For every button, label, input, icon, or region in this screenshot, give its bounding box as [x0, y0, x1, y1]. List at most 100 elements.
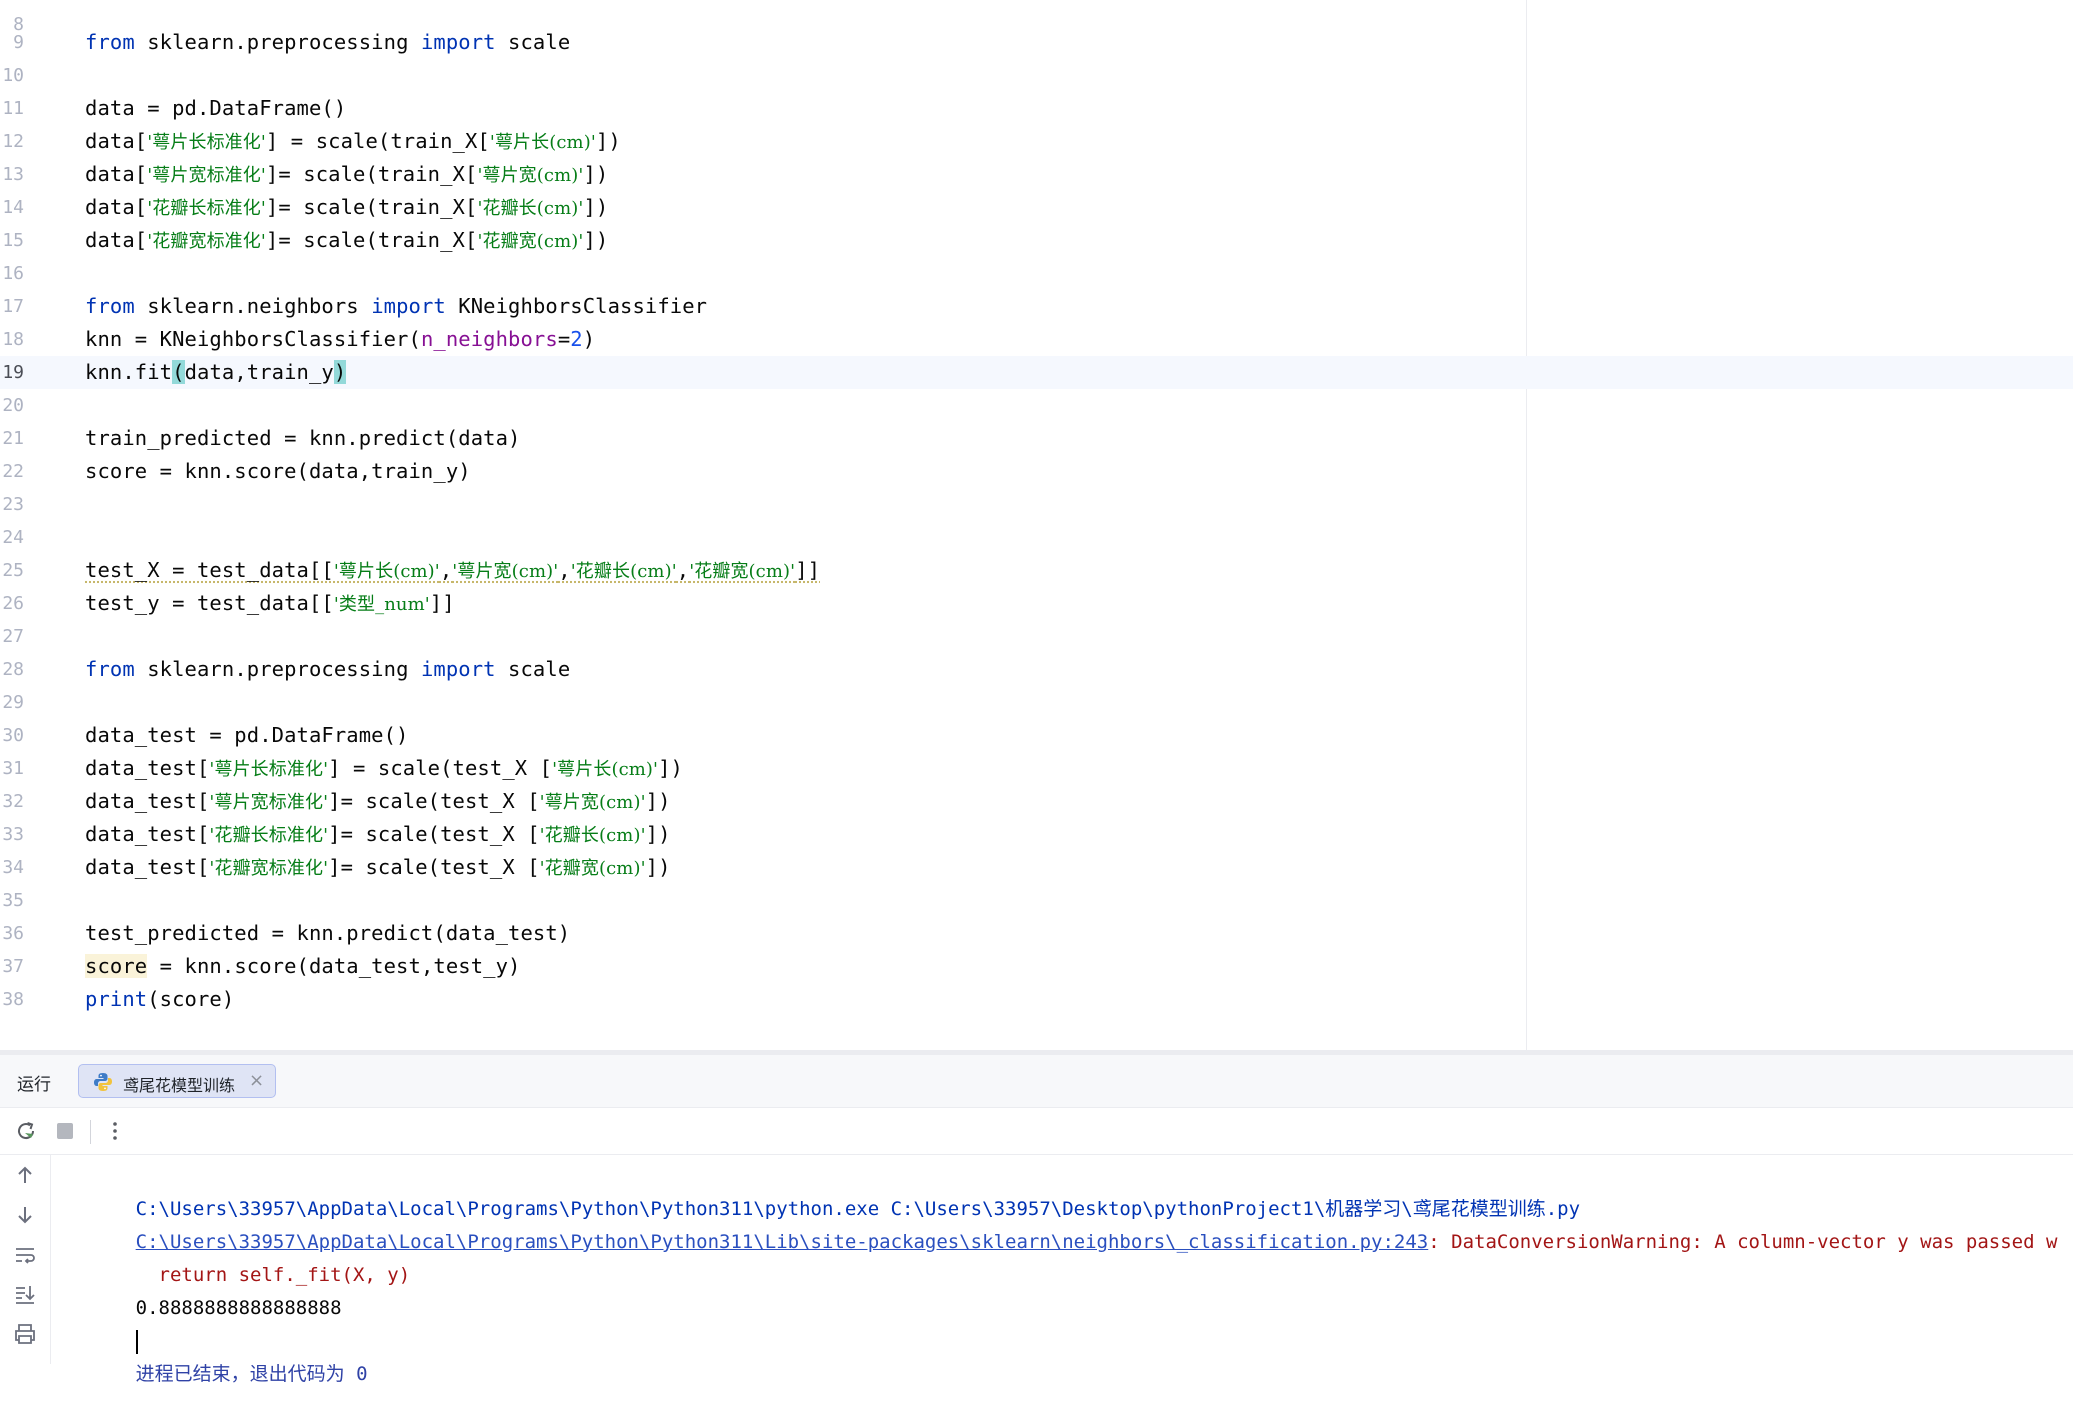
line-number: 10 — [2, 65, 24, 86]
code-text: from sklearn.preprocessing import scale — [85, 30, 571, 54]
print-icon[interactable] — [13, 1322, 37, 1346]
line-number: 24 — [2, 527, 24, 548]
code-line[interactable]: 33 data_test['花瓣长标准化']= scale(test_X ['花… — [0, 818, 2073, 851]
warning-message: : DataConversionWarning: A column-vector… — [1428, 1231, 2058, 1253]
line-number: 27 — [2, 626, 24, 647]
code-line[interactable]: 21 train_predicted = knn.predict(data) — [0, 422, 2073, 455]
line-number: 19 — [2, 362, 24, 383]
run-config-tab[interactable]: 鸢尾花模型训练 × — [78, 1064, 276, 1098]
code-line[interactable]: 30 data_test = pd.DataFrame() — [0, 719, 2073, 752]
code-line[interactable]: 11 data = pd.DataFrame() — [0, 92, 2073, 125]
line-number: 22 — [2, 461, 24, 482]
code-line[interactable]: 32 data_test['萼片宽标准化']= scale(test_X ['萼… — [0, 785, 2073, 818]
code-text: data['花瓣宽标准化']= scale(train_X['花瓣宽(cm)']… — [85, 228, 609, 252]
line-number: 26 — [2, 593, 24, 614]
console-input-line[interactable] — [67, 1292, 138, 1354]
code-line[interactable]: 26 test_y = test_data[['类型_num']] — [0, 587, 2073, 620]
code-line[interactable]: 15 data['花瓣宽标准化']= scale(train_X['花瓣宽(cm… — [0, 224, 2073, 257]
line-number: 9 — [13, 32, 24, 53]
soft-wrap-icon[interactable] — [13, 1243, 37, 1267]
more-vertical-icon[interactable] — [104, 1120, 126, 1142]
code-text: train_predicted = knn.predict(data) — [85, 426, 521, 450]
code-line[interactable]: 28 from sklearn.preprocessing import sca… — [0, 653, 2073, 686]
console-line: C:\Users\33957\AppData\Local\Programs\Py… — [67, 1193, 2058, 1253]
line-number: 35 — [2, 890, 24, 911]
scroll-to-end-icon[interactable] — [13, 1282, 37, 1306]
line-number: 33 — [2, 824, 24, 845]
line-number: 30 — [2, 725, 24, 746]
code-line[interactable]: 25 test_X = test_data[['萼片长(cm)','萼片宽(cm… — [0, 554, 2073, 587]
arrow-down-icon[interactable] — [13, 1203, 37, 1227]
code-text: knn = KNeighborsClassifier(n_neighbors=2… — [85, 327, 596, 351]
code-line[interactable]: 13 data['萼片宽标准化']= scale(train_X['萼片宽(cm… — [0, 158, 2073, 191]
code-line[interactable]: 23 — [0, 488, 2073, 521]
code-text: score = knn.score(data_test,test_y) — [85, 954, 521, 978]
console-line: 0.8888888888888888 — [67, 1259, 342, 1319]
code-text: data = pd.DataFrame() — [85, 96, 347, 120]
code-line[interactable]: 16 — [0, 257, 2073, 290]
code-text: print(score) — [85, 987, 235, 1011]
line-number: 18 — [2, 329, 24, 350]
line-number: 23 — [2, 494, 24, 515]
stop-icon[interactable] — [54, 1120, 76, 1142]
line-number: 12 — [2, 131, 24, 152]
line-number: 31 — [2, 758, 24, 779]
run-panel-title: 运行 — [17, 1075, 51, 1095]
console-side-toolbar — [0, 1155, 51, 1364]
line-number: 25 — [2, 560, 24, 581]
code-text: data_test['花瓣宽标准化']= scale(test_X ['花瓣宽(… — [85, 855, 671, 879]
console-line: 进程已结束，退出代码为 0 — [67, 1325, 368, 1385]
code-line[interactable]: 18 knn = KNeighborsClassifier(n_neighbor… — [0, 323, 2073, 356]
code-text: data['萼片长标准化'] = scale(train_X['萼片长(cm)'… — [85, 129, 621, 153]
line-number: 14 — [2, 197, 24, 218]
code-text: data_test = pd.DataFrame() — [85, 723, 409, 747]
line-number: 20 — [2, 395, 24, 416]
code-line[interactable]: 20 — [0, 389, 2073, 422]
line-number: 36 — [2, 923, 24, 944]
code-line-current[interactable]: 19 knn.fit(data,train_y) — [0, 356, 2073, 389]
code-line[interactable]: 29 — [0, 686, 2073, 719]
code-line[interactable]: 34 data_test['花瓣宽标准化']= scale(test_X ['花… — [0, 851, 2073, 884]
code-line[interactable]: 24 — [0, 521, 2073, 554]
line-number: 37 — [2, 956, 24, 977]
rerun-icon[interactable] — [15, 1120, 37, 1142]
line-number: 17 — [2, 296, 24, 317]
code-line[interactable]: 9 from sklearn.preprocessing import scal… — [0, 26, 2073, 59]
code-editor[interactable]: 8 9 from sklearn.preprocessing import sc… — [0, 0, 2073, 1050]
code-text: from sklearn.preprocessing import scale — [85, 657, 571, 681]
line-number: 13 — [2, 164, 24, 185]
run-tab-label: 鸢尾花模型训练 — [123, 1076, 236, 1095]
code-text: test_predicted = knn.predict(data_test) — [85, 921, 571, 945]
line-number: 11 — [2, 98, 24, 119]
code-text: data_test['萼片长标准化'] = scale(test_X ['萼片长… — [85, 756, 683, 780]
code-line[interactable]: 12 data['萼片长标准化'] = scale(train_X['萼片长(c… — [0, 125, 2073, 158]
code-line[interactable]: 17 from sklearn.neighbors import KNeighb… — [0, 290, 2073, 323]
line-number: 34 — [2, 857, 24, 878]
code-line[interactable]: 27 — [0, 620, 2073, 653]
line-number: 38 — [2, 989, 24, 1010]
code-line[interactable]: 38 print(score) — [0, 983, 2073, 1016]
code-text: data['萼片宽标准化']= scale(train_X['萼片宽(cm)']… — [85, 162, 609, 186]
code-line[interactable]: 35 — [0, 884, 2073, 917]
console-line: return self._fit(X, y) — [67, 1226, 411, 1286]
close-icon[interactable]: × — [249, 1070, 264, 1091]
line-number: 15 — [2, 230, 24, 251]
code-line[interactable]: 31 data_test['萼片长标准化'] = scale(test_X ['… — [0, 752, 2073, 785]
code-text: data['花瓣长标准化']= scale(train_X['花瓣长(cm)']… — [85, 195, 609, 219]
line-number: 32 — [2, 791, 24, 812]
code-text-warning: test_X = test_data[['萼片长(cm)','萼片宽(cm)',… — [85, 558, 821, 582]
code-text: from sklearn.neighbors import KNeighbors… — [85, 294, 708, 318]
code-line[interactable]: 22 score = knn.score(data,train_y) — [0, 455, 2073, 488]
line-number: 28 — [2, 659, 24, 680]
code-line[interactable]: 14 data['花瓣长标准化']= scale(train_X['花瓣长(cm… — [0, 191, 2073, 224]
code-line[interactable]: 36 test_predicted = knn.predict(data_tes… — [0, 917, 2073, 950]
code-line[interactable]: 10 — [0, 59, 2073, 92]
code-text: test_y = test_data[['类型_num']] — [85, 591, 455, 615]
line-number: 21 — [2, 428, 24, 449]
code-text: score = knn.score(data,train_y) — [85, 459, 471, 483]
arrow-up-icon[interactable] — [13, 1163, 37, 1187]
run-header: 运行 鸢尾花模型训练 × — [0, 1055, 2073, 1108]
code-line[interactable]: 37 score = knn.score(data_test,test_y) — [0, 950, 2073, 983]
run-tool-window: 运行 鸢尾花模型训练 × C:\Users\33957\AppData\Loca… — [0, 1050, 2073, 1385]
line-number: 29 — [2, 692, 24, 713]
